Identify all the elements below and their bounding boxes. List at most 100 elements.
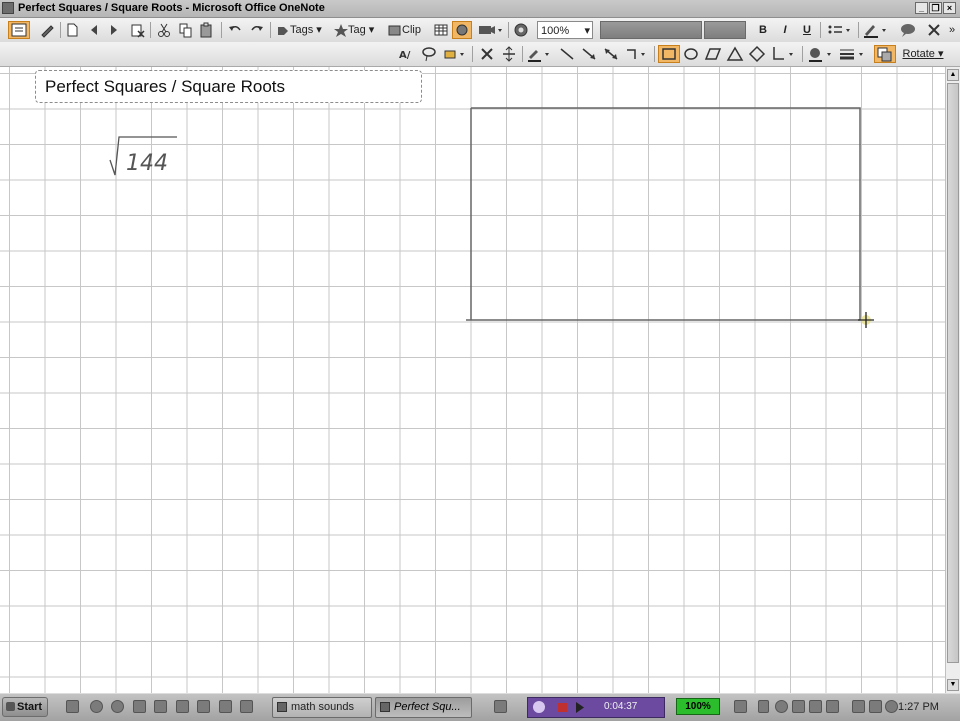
tray-icon-6[interactable] bbox=[869, 700, 882, 713]
tags-button[interactable]: Tags ▾ bbox=[276, 21, 330, 39]
language-bar-icon[interactable] bbox=[494, 700, 507, 713]
close-window-button[interactable]: × bbox=[943, 2, 956, 14]
table-icon[interactable] bbox=[432, 21, 450, 39]
toolbar-options-icon[interactable]: » bbox=[946, 21, 958, 39]
font-size-field[interactable] bbox=[704, 21, 746, 39]
ellipse-tool-icon[interactable] bbox=[682, 45, 700, 63]
parallelogram-tool-icon[interactable] bbox=[704, 45, 722, 63]
tray-icon-7[interactable] bbox=[885, 700, 898, 713]
paste-icon[interactable] bbox=[198, 21, 214, 39]
record-stop-icon[interactable] bbox=[558, 703, 567, 712]
delete-ink-icon[interactable] bbox=[478, 45, 496, 63]
drawn-rectangle[interactable] bbox=[466, 107, 861, 321]
fill-color-icon[interactable] bbox=[806, 45, 836, 63]
double-arrow-tool-icon[interactable] bbox=[602, 45, 620, 63]
windows-taskbar: Start math sounds Perfect Squ... 0:04:37… bbox=[0, 693, 960, 721]
close-toolbar-icon[interactable] bbox=[926, 21, 942, 39]
italic-button[interactable]: I bbox=[778, 21, 792, 39]
redo-icon[interactable] bbox=[249, 21, 265, 39]
tray-icon-1[interactable] bbox=[758, 700, 769, 713]
comment-icon[interactable] bbox=[898, 21, 918, 39]
ink-to-text-icon[interactable]: A/ bbox=[398, 45, 416, 63]
arrow-tool-icon[interactable] bbox=[580, 45, 598, 63]
clip-label: Clip bbox=[402, 24, 421, 36]
line-tool-icon[interactable] bbox=[558, 45, 576, 63]
bold-button[interactable]: B bbox=[756, 21, 770, 39]
tray-icon-5[interactable] bbox=[826, 700, 839, 713]
scroll-thumb[interactable] bbox=[947, 83, 959, 663]
handwritten-number: 144 bbox=[126, 151, 168, 176]
onenote-app-icon[interactable] bbox=[2, 2, 14, 14]
network-icon[interactable] bbox=[734, 700, 747, 713]
word-icon[interactable] bbox=[154, 700, 167, 713]
start-button[interactable]: Start bbox=[2, 697, 48, 717]
back-arrow-icon[interactable] bbox=[86, 21, 102, 39]
battery-indicator[interactable]: 100% bbox=[676, 698, 720, 715]
paint-icon[interactable] bbox=[197, 700, 210, 713]
new-page-icon[interactable] bbox=[64, 21, 80, 39]
lasso-select-icon[interactable] bbox=[420, 45, 438, 63]
pen-settings-icon[interactable] bbox=[38, 21, 56, 39]
tray-icon-2[interactable] bbox=[775, 700, 788, 713]
drawing-tools-icon[interactable] bbox=[452, 21, 472, 39]
title-bar: Perfect Squares / Square Roots - Microso… bbox=[0, 0, 960, 18]
rectangle-tool-icon[interactable] bbox=[658, 45, 680, 63]
ink-layer: 144 bbox=[109, 107, 861, 321]
play-icon[interactable] bbox=[576, 702, 584, 713]
restore-button[interactable]: ❐ bbox=[929, 2, 942, 14]
connector-tool-icon[interactable] bbox=[624, 45, 652, 63]
zoom-select[interactable]: 100% ▾ bbox=[537, 21, 593, 39]
taskbar-item-label: math sounds bbox=[291, 701, 354, 713]
tag-label: Tag bbox=[348, 24, 366, 36]
undo-icon[interactable] bbox=[227, 21, 243, 39]
underline-button[interactable]: U bbox=[800, 21, 814, 39]
pen-color-icon[interactable] bbox=[526, 45, 554, 63]
delete-page-icon[interactable] bbox=[128, 21, 146, 39]
line-weight-icon[interactable] bbox=[838, 45, 868, 63]
video-record-icon[interactable] bbox=[476, 21, 504, 39]
volume-icon[interactable] bbox=[852, 700, 865, 713]
bullets-icon[interactable] bbox=[826, 21, 854, 39]
browser-icon[interactable] bbox=[90, 700, 103, 713]
copy-icon[interactable] bbox=[177, 21, 193, 39]
cut-icon[interactable] bbox=[156, 21, 172, 39]
zoom-value: 100% bbox=[541, 25, 570, 37]
svg-text:A/: A/ bbox=[399, 50, 411, 61]
minimize-button[interactable]: _ bbox=[915, 2, 928, 14]
clip-button[interactable]: Clip bbox=[388, 21, 426, 39]
insert-space-icon[interactable] bbox=[500, 45, 518, 63]
standard-toolbar: Tags ▾ Tag ▾ Clip 100% ▾ B I U » bbox=[0, 18, 960, 43]
highlighter-icon[interactable] bbox=[862, 21, 890, 39]
drawing-toolbar: A/ Rotate ▾ bbox=[0, 42, 960, 67]
tray-icon-4[interactable] bbox=[809, 700, 822, 713]
forward-arrow-icon[interactable] bbox=[106, 21, 122, 39]
graph-tool-icon[interactable] bbox=[768, 45, 798, 63]
system-clock[interactable]: 1:27 PM bbox=[898, 701, 939, 713]
tray-icon-3[interactable] bbox=[792, 700, 805, 713]
tags-label: Tags bbox=[290, 24, 314, 36]
scroll-up-icon[interactable]: ▲ bbox=[947, 69, 959, 81]
note-page-canvas[interactable]: Perfect Squares / Square Roots 144 bbox=[0, 67, 945, 693]
notepad-icon[interactable] bbox=[240, 700, 253, 713]
outlook-icon[interactable] bbox=[133, 700, 146, 713]
eraser-icon[interactable] bbox=[442, 45, 470, 63]
messenger-icon[interactable] bbox=[111, 700, 124, 713]
calculator-icon[interactable] bbox=[219, 700, 232, 713]
view-mode-icon[interactable] bbox=[8, 21, 30, 39]
scroll-down-icon[interactable]: ▼ bbox=[947, 679, 959, 691]
diamond-tool-icon[interactable] bbox=[748, 45, 766, 63]
research-icon[interactable] bbox=[512, 21, 530, 39]
recorder-time: 0:04:37 bbox=[604, 701, 638, 712]
rotate-button[interactable]: Rotate ▾ bbox=[900, 45, 946, 63]
screen-recorder-widget[interactable]: 0:04:37 bbox=[527, 697, 665, 718]
arrange-icon[interactable] bbox=[874, 45, 896, 63]
vertical-scrollbar[interactable]: ▲ ▼ bbox=[945, 67, 960, 693]
show-desktop-icon[interactable] bbox=[66, 700, 79, 713]
font-name-field[interactable] bbox=[600, 21, 702, 39]
onenote-icon[interactable] bbox=[176, 700, 189, 713]
taskbar-item-math-sounds[interactable]: math sounds bbox=[272, 697, 372, 718]
triangle-tool-icon[interactable] bbox=[726, 45, 744, 63]
tag-button[interactable]: Tag ▾ bbox=[334, 21, 384, 39]
crosshair-cursor-icon bbox=[857, 311, 875, 329]
taskbar-item-onenote[interactable]: Perfect Squ... bbox=[375, 697, 472, 718]
